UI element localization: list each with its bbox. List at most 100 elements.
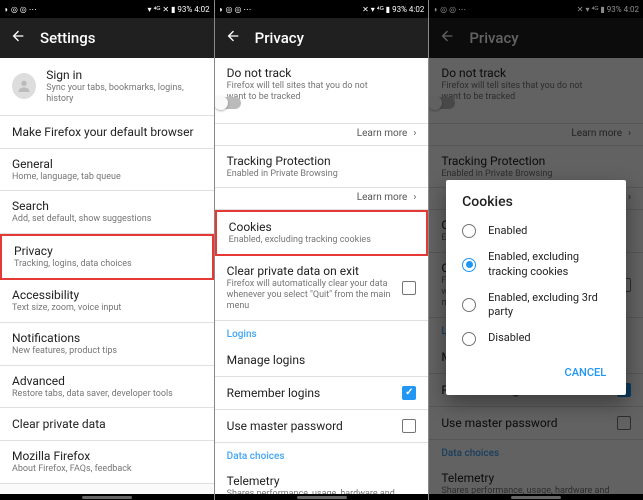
- general-row[interactable]: General Home, language, tab queue: [0, 149, 214, 192]
- signin-title: Sign in: [46, 68, 201, 82]
- learn-more-label: Learn more: [357, 128, 408, 139]
- status-left: ◗ ◎ ◎ ⋯: [4, 5, 37, 14]
- advanced-row[interactable]: Advanced Restore tabs, data saver, devel…: [0, 366, 214, 409]
- search-sub: Add, set default, show suggestions: [12, 214, 202, 225]
- default-browser-row[interactable]: Make Firefox your default browser: [0, 116, 214, 149]
- privacy-sub: Tracking, logins, data choices: [14, 259, 200, 270]
- accessibility-row[interactable]: Accessibility Text size, zoom, voice inp…: [0, 280, 214, 323]
- radio-label: Disabled: [488, 331, 530, 345]
- dnt-sub: Firefox will tell sites that you do not …: [227, 81, 385, 103]
- dialog-actions: CANCEL: [446, 352, 626, 389]
- remember-logins-row[interactable]: Remember logins: [215, 377, 429, 410]
- action-bar: Settings: [0, 18, 214, 58]
- mozilla-sub: About Firefox, FAQs, feedback: [12, 464, 202, 475]
- chevron-right-icon: ›: [413, 128, 416, 139]
- privacy-list: Do not track Firefox will tell sites tha…: [215, 58, 429, 500]
- radio-icon: [462, 298, 476, 312]
- dnt-title: Do not track: [227, 66, 385, 80]
- modal-overlay[interactable]: Cookies Enabled Enabled, excluding track…: [429, 0, 643, 500]
- tracking-row[interactable]: Tracking Protection Enabled in Private B…: [215, 146, 429, 189]
- settings-list: Sign in Sync your tabs, bookmarks, login…: [0, 58, 214, 500]
- cookies-option-enabled[interactable]: Enabled: [446, 218, 626, 244]
- status-bar: ◗ ◎ ◎ ⋯ ✕ ▾ ⁴ᴳ ▮ 93% 4:02: [215, 0, 429, 18]
- chevron-right-icon: ›: [413, 192, 416, 203]
- remember-logins-checkbox[interactable]: [402, 386, 416, 400]
- clear-exit-title: Clear private data on exit: [227, 264, 393, 278]
- manage-logins-row[interactable]: Manage logins: [215, 344, 429, 377]
- privacy-row[interactable]: Privacy Tracking, logins, data choices: [0, 234, 214, 280]
- nav-bar: [0, 494, 214, 500]
- clear-private-label: Clear private data: [12, 417, 202, 431]
- clear-exit-sub: Firefox will automatically clear your da…: [227, 279, 393, 311]
- remember-logins-label: Remember logins: [227, 386, 417, 400]
- accessibility-title: Accessibility: [12, 288, 202, 302]
- radio-icon: [462, 258, 476, 272]
- privacy-dialog-screen: ◗ ◎ ◎ ⋯ ✕ ▾ ⁴ᴳ ▮ 93% 4:02 Privacy Do not…: [429, 0, 643, 500]
- signin-row[interactable]: Sign in Sync your tabs, bookmarks, login…: [0, 58, 214, 116]
- telemetry-title: Telemetry: [227, 474, 417, 488]
- privacy-title: Privacy: [14, 244, 200, 258]
- page-title: Settings: [40, 29, 96, 47]
- settings-screen: ◗ ◎ ◎ ⋯ ▾ ⁴ᴳ ✕ ▮ 93% 4:02 Settings Sign …: [0, 0, 214, 500]
- nav-bar: [429, 494, 643, 500]
- status-right: ✕ ▾ ⁴ᴳ ▮ 93% 4:02: [362, 5, 424, 14]
- advanced-title: Advanced: [12, 374, 202, 388]
- search-title: Search: [12, 199, 202, 213]
- clear-exit-checkbox[interactable]: [402, 281, 416, 295]
- clear-private-row[interactable]: Clear private data: [0, 408, 214, 441]
- logins-section-label: Logins: [215, 321, 429, 344]
- learn-more-label: Learn more: [357, 192, 408, 203]
- mozilla-row[interactable]: Mozilla Firefox About Firefox, FAQs, fee…: [0, 441, 214, 484]
- cancel-button[interactable]: CANCEL: [557, 360, 615, 385]
- learn-more-tracking[interactable]: Learn more ›: [215, 188, 429, 210]
- nav-pill-icon: [297, 496, 347, 499]
- signin-sub: Sync your tabs, bookmarks, logins, histo…: [46, 83, 201, 105]
- dnt-row[interactable]: Do not track Firefox will tell sites tha…: [215, 58, 429, 124]
- privacy-screen: ◗ ◎ ◎ ⋯ ✕ ▾ ⁴ᴳ ▮ 93% 4:02 Privacy Do not…: [215, 0, 429, 500]
- default-browser-label: Make Firefox your default browser: [12, 125, 202, 139]
- nav-pill-icon: [82, 496, 132, 499]
- cookies-dialog: Cookies Enabled Enabled, excluding track…: [446, 180, 626, 395]
- nav-pill-icon: [511, 496, 561, 499]
- mozilla-title: Mozilla Firefox: [12, 449, 202, 463]
- accessibility-sub: Text size, zoom, voice input: [12, 303, 202, 314]
- cookies-row[interactable]: Cookies Enabled, excluding tracking cook…: [215, 210, 429, 256]
- tracking-sub: Enabled in Private Browsing: [227, 169, 417, 180]
- radio-label: Enabled, excluding tracking cookies: [488, 250, 610, 279]
- radio-icon: [462, 332, 476, 346]
- clear-exit-row[interactable]: Clear private data on exit Firefox will …: [215, 256, 429, 320]
- cookies-option-excluding-tracking[interactable]: Enabled, excluding tracking cookies: [446, 244, 626, 285]
- back-icon[interactable]: [225, 28, 241, 48]
- radio-label: Enabled, excluding 3rd party: [488, 291, 610, 320]
- action-bar: Privacy: [215, 18, 429, 58]
- master-pw-row[interactable]: Use master password: [215, 410, 429, 443]
- advanced-sub: Restore tabs, data saver, developer tool…: [12, 389, 202, 400]
- cookies-title: Cookies: [229, 220, 415, 234]
- notifications-sub: New features, product tips: [12, 346, 202, 357]
- nav-bar: [215, 494, 429, 500]
- back-icon[interactable]: [10, 28, 26, 48]
- cookies-sub: Enabled, excluding tracking cookies: [229, 235, 415, 246]
- status-right: ▾ ⁴ᴳ ✕ ▮ 93% 4:02: [147, 5, 209, 14]
- master-pw-checkbox[interactable]: [402, 419, 416, 433]
- radio-label: Enabled: [488, 224, 527, 238]
- general-title: General: [12, 157, 202, 171]
- data-choices-section-label: Data choices: [215, 443, 429, 466]
- dnt-toggle[interactable]: [215, 97, 241, 109]
- search-row[interactable]: Search Add, set default, show suggestion…: [0, 191, 214, 234]
- status-left: ◗ ◎ ◎ ⋯: [219, 5, 252, 14]
- general-sub: Home, language, tab queue: [12, 172, 202, 183]
- notifications-title: Notifications: [12, 331, 202, 345]
- learn-more-dnt[interactable]: Learn more ›: [215, 124, 429, 146]
- manage-logins-label: Manage logins: [227, 353, 417, 367]
- master-pw-label: Use master password: [227, 419, 417, 433]
- notifications-row[interactable]: Notifications New features, product tips: [0, 323, 214, 366]
- radio-icon: [462, 224, 476, 238]
- cookies-option-disabled[interactable]: Disabled: [446, 325, 626, 351]
- tracking-title: Tracking Protection: [227, 154, 417, 168]
- status-bar: ◗ ◎ ◎ ⋯ ▾ ⁴ᴳ ✕ ▮ 93% 4:02: [0, 0, 214, 18]
- dialog-title: Cookies: [446, 194, 626, 218]
- avatar-icon: [12, 73, 36, 99]
- cookies-option-excluding-3rd-party[interactable]: Enabled, excluding 3rd party: [446, 285, 626, 326]
- page-title: Privacy: [255, 29, 304, 47]
